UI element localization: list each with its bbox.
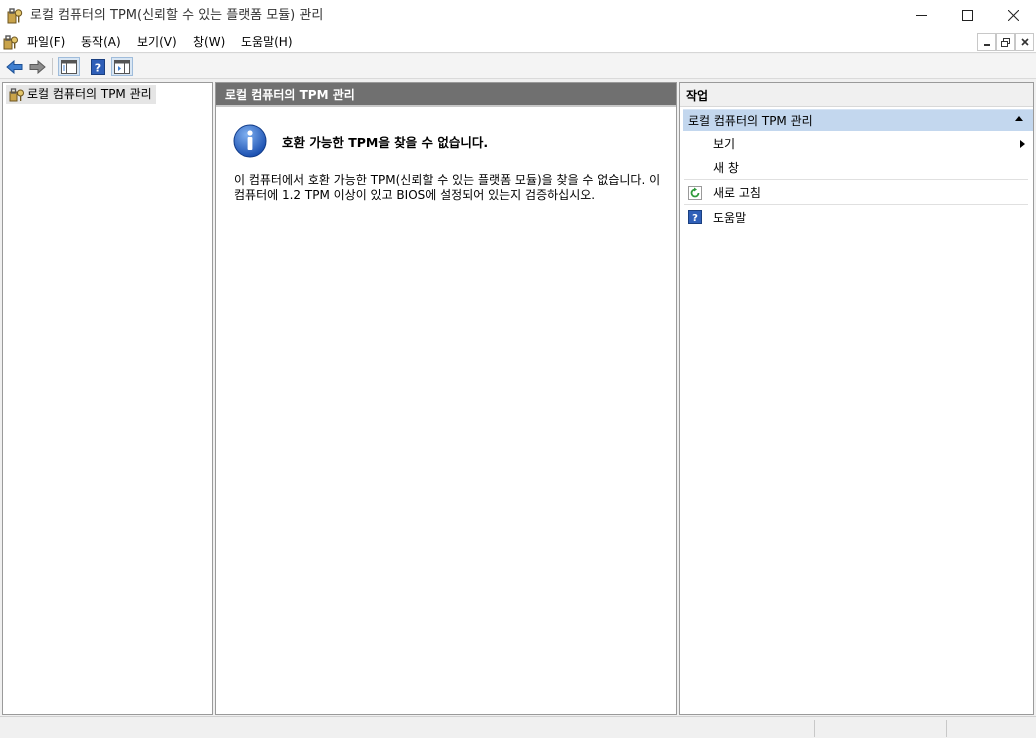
forward-button[interactable] — [27, 57, 47, 76]
child-restore-button[interactable] — [996, 33, 1015, 51]
actions-group-title[interactable]: 로컬 컴퓨터의 TPM 관리 — [683, 109, 1033, 131]
action-new-window[interactable]: 새 창 — [684, 156, 1028, 180]
submenu-arrow-icon — [1020, 140, 1025, 148]
action-help[interactable]: 도움말 — [684, 206, 1028, 230]
message-body: 이 컴퓨터에서 호환 가능한 TPM(신뢰할 수 있는 플랫폼 모듈)을 찾을 … — [234, 173, 661, 202]
back-arrow-icon — [5, 59, 22, 74]
close-icon — [1007, 10, 1019, 21]
back-button[interactable] — [4, 57, 24, 76]
tree-item-label: 로컬 컴퓨터의 TPM 관리 — [27, 87, 152, 101]
show-hide-action-pane-button[interactable] — [111, 57, 133, 76]
menu-file[interactable]: 파일(F) — [27, 31, 65, 53]
minimize-icon — [983, 44, 990, 46]
title-bar: 로컬 컴퓨터의 TPM(신뢰할 수 있는 플랫폼 모듈) 관리 — [0, 0, 1036, 31]
collapse-arrow-icon[interactable] — [1015, 116, 1023, 121]
maximize-button[interactable] — [944, 0, 990, 31]
action-view[interactable]: 보기 — [684, 132, 1028, 156]
maximize-icon — [961, 10, 973, 21]
minimize-button[interactable] — [898, 0, 944, 31]
window-title: 로컬 컴퓨터의 TPM(신뢰할 수 있는 플랫폼 모듈) 관리 — [30, 8, 324, 23]
show-hide-console-tree-button[interactable] — [58, 57, 80, 76]
actions-header: 작업 — [680, 83, 1033, 107]
help-button[interactable]: ? — [88, 57, 108, 76]
close-button[interactable] — [990, 0, 1036, 31]
help-icon: ? — [91, 58, 105, 75]
toolbar: ? — [0, 54, 1036, 79]
info-icon — [233, 124, 267, 158]
menu-help[interactable]: 도움말(H) — [241, 31, 293, 53]
tree-item-tpm-management[interactable]: 로컬 컴퓨터의 TPM 관리 — [6, 85, 156, 104]
details-pane-header: 로컬 컴퓨터의 TPM 관리 — [216, 83, 676, 107]
menu-action[interactable]: 동작(A) — [81, 31, 121, 53]
minimize-icon — [915, 15, 927, 16]
svg-text:?: ? — [692, 213, 698, 224]
status-bar — [0, 716, 1036, 738]
show-action-pane-icon — [114, 59, 130, 74]
tpm-app-icon[interactable] — [7, 7, 23, 24]
tpm-node-icon — [9, 88, 24, 102]
actions-pane: 작업 로컬 컴퓨터의 TPM 관리 보기 새 창 새로 고침 도움말 ? — [679, 82, 1034, 715]
refresh-icon — [688, 186, 702, 200]
status-separator — [814, 720, 815, 737]
restore-icon — [1001, 37, 1010, 47]
toolbar-separator — [52, 58, 53, 75]
child-close-button[interactable] — [1015, 33, 1034, 51]
menu-view[interactable]: 보기(V) — [137, 31, 177, 53]
forward-arrow-icon — [29, 59, 46, 74]
console-tree-pane: 로컬 컴퓨터의 TPM 관리 — [2, 82, 213, 715]
show-tree-icon — [61, 59, 77, 74]
svg-text:?: ? — [95, 61, 101, 74]
message-title: 호환 가능한 TPM을 찾을 수 없습니다. — [282, 135, 489, 150]
details-pane: 로컬 컴퓨터의 TPM 관리 호환 가능한 TPM을 찾을 수 없습니다. 이 … — [215, 82, 677, 715]
status-separator — [946, 720, 947, 737]
menu-bar: 파일(F) 동작(A) 보기(V) 창(W) 도움말(H) — [0, 31, 1036, 53]
tpm-system-menu-icon[interactable] — [3, 34, 19, 50]
action-refresh[interactable]: 새로 고침 — [684, 181, 1028, 205]
menu-window[interactable]: 창(W) — [193, 31, 225, 53]
close-icon — [1020, 38, 1029, 46]
child-minimize-button[interactable] — [977, 33, 996, 51]
help-icon: ? — [688, 210, 702, 224]
